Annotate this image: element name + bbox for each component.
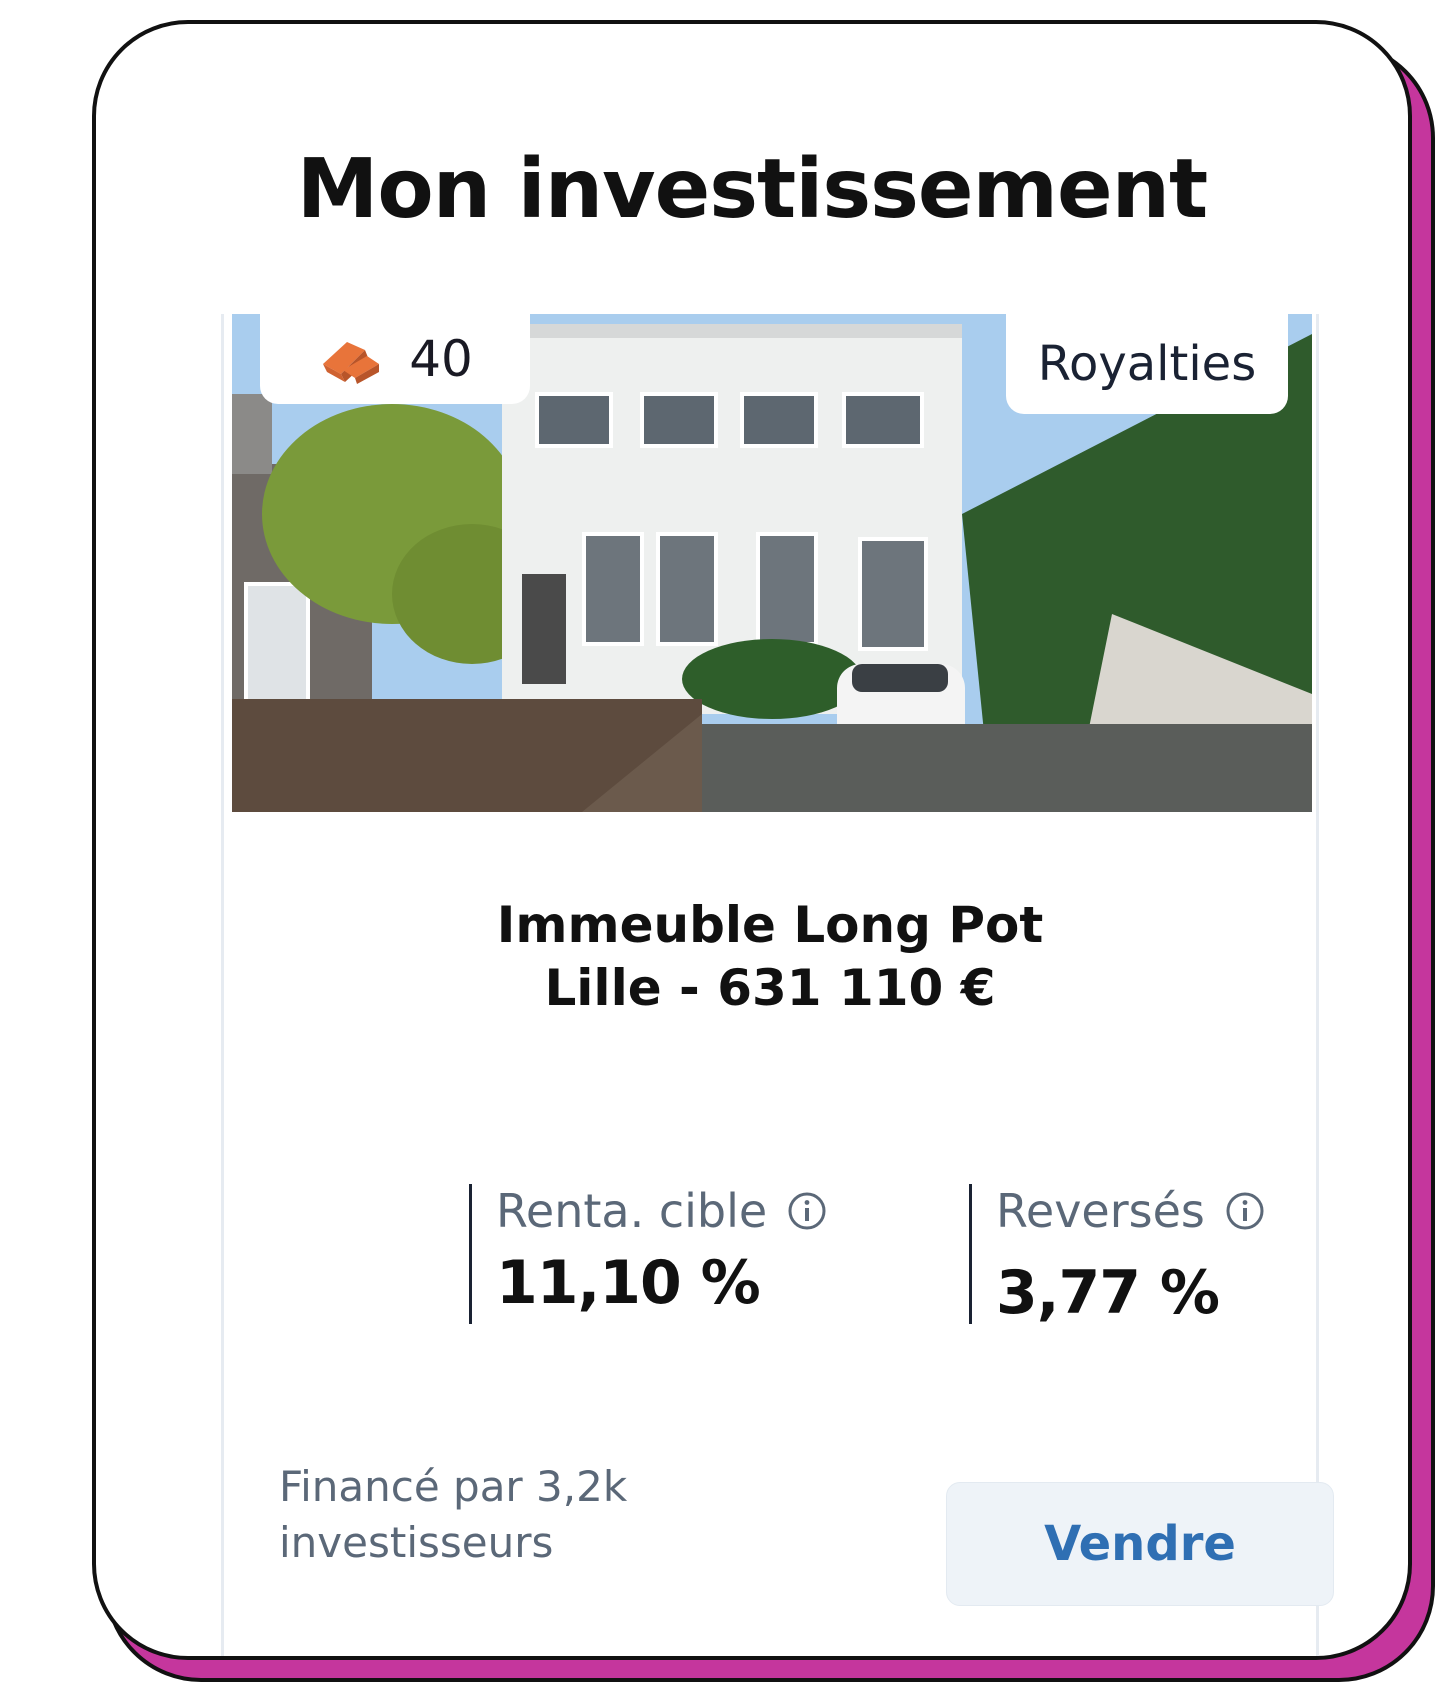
brick-count: 40 [409,330,473,388]
paid-out-label: Reversés [996,1184,1205,1238]
page-title: Mon investissement [296,142,1208,237]
funded-by-text: Financé par 3,2k investisseurs [279,1462,628,1567]
property-location-price: Lille - 631 110 € [544,959,996,1017]
card-frame: Mon investissement 40 Royalties Immeuble… [92,20,1412,1660]
brick-icon [323,342,380,384]
brick-count-badge: 40 [260,314,530,404]
property-title: Immeuble Long Pot Lille - 631 110 € [224,894,1316,1020]
paid-out-value: 3,77 % [996,1258,1220,1328]
property-name: Immeuble Long Pot [496,896,1044,954]
investment-card[interactable]: 40 Royalties Immeuble Long Pot Lille - 6… [221,314,1334,1656]
investment-type-badge: Royalties [1006,314,1288,414]
info-icon[interactable] [787,1191,827,1231]
target-return-value: 11,10 % [496,1248,761,1318]
info-icon[interactable] [1225,1191,1265,1231]
sell-button[interactable]: Vendre [946,1482,1334,1606]
target-return-metric: Renta. cible 11,10 % [469,1184,827,1324]
paid-out-metric: Reversés 3,77 % [969,1184,1265,1328]
target-return-label: Renta. cible [496,1184,768,1238]
